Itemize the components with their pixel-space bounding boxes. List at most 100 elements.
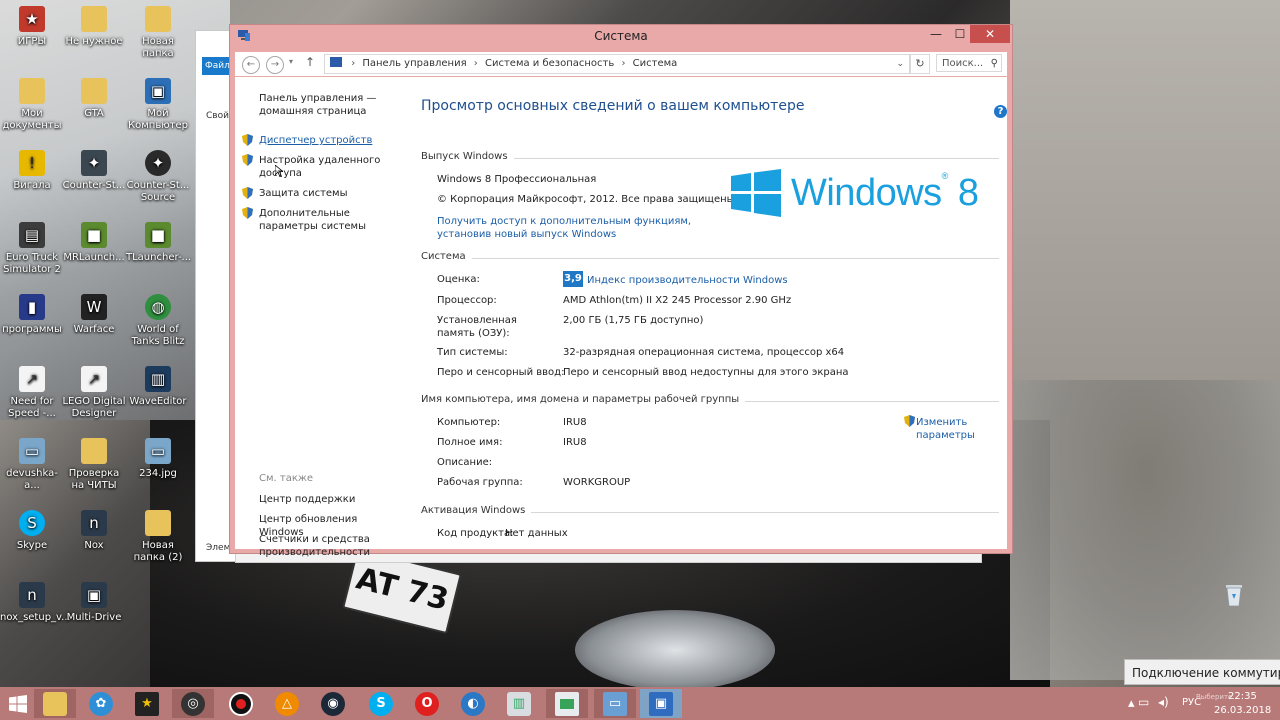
close-button[interactable]: ✕ bbox=[970, 25, 1010, 43]
chevron-down-icon[interactable]: ⌄ bbox=[896, 55, 904, 73]
remote-settings-link[interactable]: Настройка удаленного доступа bbox=[259, 154, 404, 180]
warface-icon: W bbox=[81, 294, 107, 320]
desktop-icon-new-folder-2[interactable]: Новая папка (2) bbox=[126, 510, 190, 564]
desktop-icon-devushka[interactable]: ▭ devushka-a... bbox=[0, 438, 64, 492]
desktop-icon-wot-blitz[interactable]: ◍ World of Tanks Blitz bbox=[126, 294, 190, 348]
full-name-value: IRU8 bbox=[563, 437, 587, 448]
folder-icon bbox=[81, 78, 107, 104]
photo-viewer-icon bbox=[555, 691, 579, 716]
action-center-link[interactable]: Центр поддержки bbox=[259, 493, 404, 506]
recycle-bin-icon[interactable] bbox=[1224, 582, 1244, 606]
advanced-settings-link[interactable]: Дополнительные параметры системы bbox=[259, 207, 404, 233]
back-button[interactable]: ← bbox=[242, 56, 260, 74]
speaker-icon[interactable]: ◂) bbox=[1158, 695, 1169, 709]
computer-name-value: IRU8 bbox=[563, 417, 587, 428]
taskbar-file-explorer[interactable] bbox=[34, 689, 76, 718]
taskbar-control-panel[interactable]: ▣ bbox=[640, 689, 682, 718]
upgrade-windows-link[interactable]: Получить доступ к дополнительным функция… bbox=[437, 215, 717, 241]
desktop-icon-vigala[interactable]: ! Вигала bbox=[0, 150, 64, 192]
desktop-icon-my-computer[interactable]: ▣ Мой Компьютер bbox=[126, 78, 190, 132]
forward-button[interactable]: → bbox=[266, 56, 284, 74]
content-area: Панель управления — домашняя страница Ди… bbox=[235, 77, 1007, 558]
taskbar-media-player[interactable]: ✿ bbox=[80, 689, 122, 718]
desktop-icon-multi-drive[interactable]: ▣ Multi-Drive bbox=[62, 582, 126, 624]
system-protection-link[interactable]: Защита системы bbox=[259, 187, 404, 200]
search-input[interactable]: Поиск... ⚲ bbox=[936, 54, 1002, 72]
taskbar-movie-maker[interactable]: ★ bbox=[126, 689, 168, 718]
device-manager-link[interactable]: Диспетчер устройств bbox=[259, 134, 404, 147]
desktop-icon-games[interactable]: ★ ИГРЫ bbox=[0, 6, 64, 48]
performance-tools-link[interactable]: Счетчики и средства производительности bbox=[259, 533, 404, 559]
history-dropdown-icon[interactable]: ▾ bbox=[289, 57, 293, 66]
skype-icon: S bbox=[19, 510, 45, 536]
desktop-icon-mrlauncher[interactable]: ■ MRLaunch... bbox=[62, 222, 126, 264]
breadcrumb-system-security[interactable]: Система и безопасность bbox=[485, 58, 614, 69]
product-id-value: Нет данных bbox=[505, 528, 568, 539]
clock-date[interactable]: 26.03.2018 bbox=[1214, 705, 1271, 716]
desktop-icon-nox-setup[interactable]: n nox_setup_v... bbox=[0, 582, 71, 624]
desktop-icon-tlauncher[interactable]: ■ TLauncher-... bbox=[126, 222, 191, 264]
desktop-icon-euro-truck[interactable]: ▤ Euro Truck Simulator 2 bbox=[0, 222, 64, 276]
desktop-icon-waveeditor[interactable]: ▥ WaveEditor bbox=[126, 366, 190, 408]
taskbar-avast[interactable]: △ bbox=[266, 689, 308, 718]
desktop-icon-counter-strike[interactable]: ✦ Counter-St... bbox=[62, 150, 126, 192]
globe-icon: ◍ bbox=[145, 294, 171, 320]
search-icon[interactable]: ⚲ bbox=[991, 55, 998, 73]
desktop-icon-lego[interactable]: ↗ LEGO Digital Designer bbox=[62, 366, 126, 420]
address-bar[interactable]: › Панель управления › Система и безопасн… bbox=[324, 54, 910, 74]
desktop-icon-warface[interactable]: W Warface bbox=[62, 294, 126, 336]
network-icon[interactable]: ▭ bbox=[1138, 695, 1149, 709]
waveform-icon: ▥ bbox=[145, 366, 171, 392]
shield-icon bbox=[242, 154, 253, 166]
taskbar-opera[interactable]: O bbox=[406, 689, 448, 718]
taskbar-browser[interactable]: ◐ bbox=[452, 689, 494, 718]
desktop-icon-234-jpg[interactable]: ▭ 234.jpg bbox=[126, 438, 190, 480]
up-arrow-icon[interactable]: ↑ bbox=[305, 55, 315, 69]
desktop-icon-programs[interactable]: ▮ программы bbox=[0, 294, 64, 336]
desktop-icon-cheat-check[interactable]: Проверка на ЧИТЫ bbox=[62, 438, 126, 492]
ram-label: Установленная память (ОЗУ): bbox=[437, 315, 517, 339]
record-icon bbox=[229, 691, 253, 716]
start-button[interactable] bbox=[0, 689, 36, 718]
breadcrumb-system[interactable]: Система bbox=[633, 58, 678, 69]
wallpaper-sky bbox=[1010, 0, 1280, 380]
tray-overflow-icon[interactable]: ▴ bbox=[1128, 696, 1135, 711]
windows-experience-index-link[interactable]: Индекс производительности Windows bbox=[587, 274, 788, 287]
desktop-icon-cs-source[interactable]: ✦ Counter-St... Source bbox=[126, 150, 190, 204]
see-also-heading: См. также bbox=[259, 473, 314, 484]
taskbar-photo-viewer[interactable] bbox=[546, 689, 588, 718]
obs-icon: ◎ bbox=[181, 691, 205, 716]
computer-icon: ▣ bbox=[145, 78, 171, 104]
clock-time[interactable]: 22:35 bbox=[1228, 691, 1257, 702]
full-name-label: Полное имя: bbox=[437, 437, 503, 448]
desktop-icon-nox[interactable]: n Nox bbox=[62, 510, 126, 552]
desktop-icon-skype[interactable]: S Skype bbox=[0, 510, 64, 552]
title-bar[interactable]: Система — ☐ ✕ bbox=[230, 25, 1012, 47]
taskbar-obs[interactable]: ◎ bbox=[172, 689, 214, 718]
wallpaper-tree bbox=[1010, 380, 1280, 680]
description-label: Описание: bbox=[437, 457, 493, 468]
shortcut-icon: ↗ bbox=[19, 366, 45, 392]
refresh-button[interactable]: ↻ bbox=[910, 54, 930, 74]
desktop-icon-new-folder[interactable]: Новая папка bbox=[126, 6, 190, 60]
breadcrumb-control-panel[interactable]: Панель управления bbox=[362, 58, 466, 69]
desktop-icon-my-documents[interactable]: Мои документы bbox=[0, 78, 64, 132]
shield-icon bbox=[242, 187, 253, 199]
taskbar-task-manager[interactable]: ▥ bbox=[498, 689, 540, 718]
connection-notification[interactable]: Подключение коммутиру bbox=[1124, 659, 1280, 685]
skype-icon: S bbox=[369, 691, 393, 716]
film-star-icon: ★ bbox=[135, 691, 159, 716]
truck-icon: ▤ bbox=[19, 222, 45, 248]
media-player-icon: ✿ bbox=[89, 691, 113, 716]
cpu-value: AMD Athlon(tm) II X2 245 Processor 2.90 … bbox=[563, 295, 792, 306]
taskbar-steam[interactable]: ◉ bbox=[312, 689, 354, 718]
change-settings-link[interactable]: Изменить параметры bbox=[916, 416, 986, 442]
desktop-icon-need-for-speed[interactable]: ↗ Need for Speed -... bbox=[0, 366, 64, 420]
desktop-icon-unneeded[interactable]: Не нужное bbox=[62, 6, 126, 48]
system-window[interactable]: Система — ☐ ✕ ← → ▾ ↑ › Панель управлени… bbox=[229, 24, 1013, 558]
control-panel-home-link[interactable]: Панель управления — домашняя страница bbox=[259, 92, 404, 118]
taskbar-skype[interactable]: S bbox=[360, 689, 402, 718]
taskbar-recorder[interactable] bbox=[220, 689, 262, 718]
desktop-icon-gta[interactable]: GTA bbox=[62, 78, 126, 120]
taskbar-system-window[interactable]: ▭ bbox=[594, 689, 636, 718]
